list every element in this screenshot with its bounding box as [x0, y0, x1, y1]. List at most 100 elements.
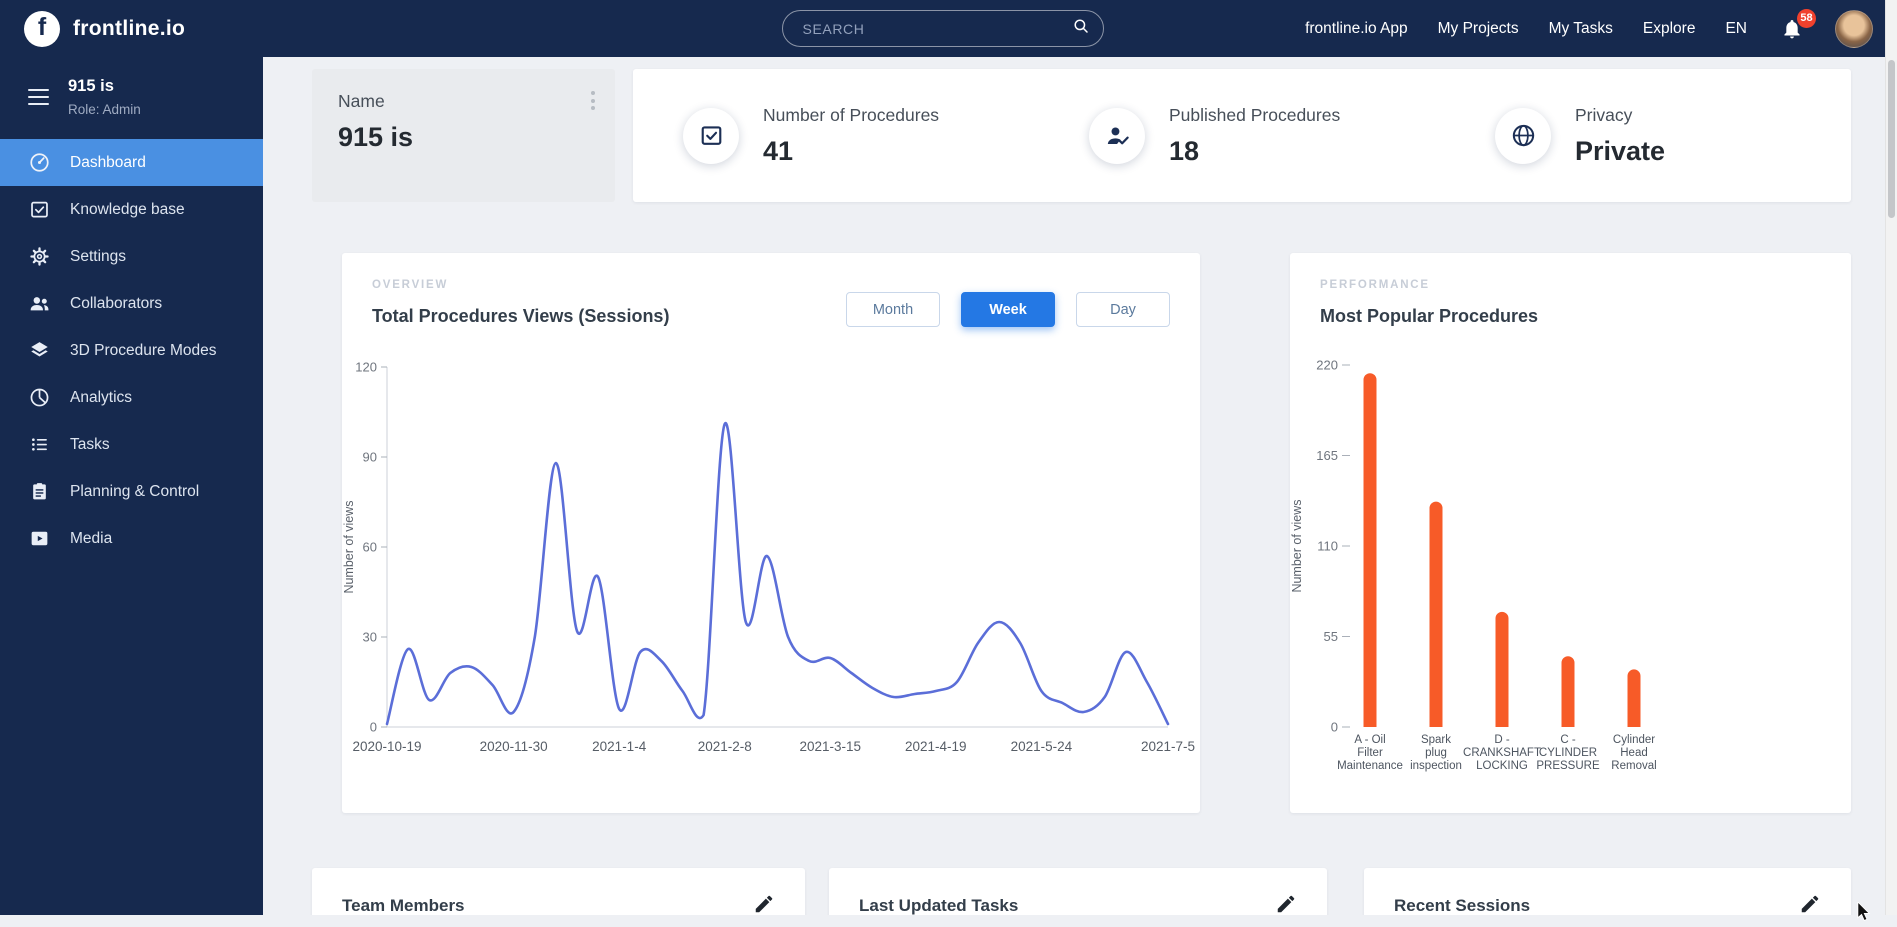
stats-row: Name 915 is Number of Procedures 41 Publ…: [312, 69, 1851, 202]
stat-value: 41: [763, 135, 794, 166]
svg-text:Number of views: Number of views: [1290, 499, 1304, 592]
sidebar-item-tasks[interactable]: Tasks: [0, 421, 263, 468]
edit-last-updated-tasks-button[interactable]: [1275, 893, 1297, 915]
user-avatar[interactable]: [1835, 9, 1873, 48]
sidebar-item-analytics[interactable]: Analytics: [0, 374, 263, 421]
search-box[interactable]: [781, 10, 1104, 47]
svg-text:2021-5-24: 2021-5-24: [1011, 739, 1073, 754]
month-button[interactable]: Month: [846, 292, 940, 327]
performance-card: PERFORMANCE Most Popular Procedures 0 55 1…: [1290, 253, 1851, 813]
scrollbar[interactable]: [1885, 0, 1897, 915]
sidebar-item-label: Collaborators: [70, 294, 163, 312]
svg-text:Cylinder: Cylinder: [1613, 734, 1655, 746]
sidebar-header: 915 is Role: Admin: [0, 57, 263, 117]
last-updated-tasks-card: Last Updated Tasks: [829, 868, 1327, 915]
procedures-check-icon: [683, 107, 739, 164]
svg-text:165: 165: [1316, 448, 1338, 463]
svg-text:2021-1-4: 2021-1-4: [592, 739, 647, 754]
svg-text:0: 0: [1331, 720, 1338, 735]
week-button[interactable]: Week: [961, 292, 1055, 327]
svg-text:Removal: Removal: [1611, 760, 1656, 772]
language-selector[interactable]: EN: [1725, 20, 1747, 38]
layers-icon: [28, 339, 51, 362]
svg-text:0: 0: [370, 720, 377, 735]
knowledge-base-icon: [28, 198, 51, 221]
stat-label: Published Procedures: [1169, 104, 1341, 125]
overview-card: OVERVIEW Total Procedures Views (Session…: [342, 253, 1200, 813]
nav-my-projects[interactable]: My Projects: [1438, 20, 1519, 38]
svg-text:2020-10-19: 2020-10-19: [352, 739, 421, 754]
stat-privacy: Privacy Private: [1445, 105, 1851, 167]
sidebar-item-media[interactable]: Media: [0, 515, 263, 562]
sidebar-item-label: Dashboard: [70, 153, 146, 171]
edit-team-members-button[interactable]: [753, 893, 775, 915]
svg-text:Filter: Filter: [1357, 747, 1383, 759]
svg-text:Head: Head: [1620, 747, 1648, 759]
svg-text:90: 90: [363, 450, 377, 465]
edit-recent-sessions-button[interactable]: [1799, 893, 1821, 915]
brand[interactable]: f frontline.io: [24, 10, 185, 47]
workspace-role: Role: Admin: [68, 102, 141, 117]
search-input[interactable]: [800, 19, 1064, 38]
search-icon[interactable]: [1072, 17, 1090, 40]
sidebar-item-knowledge-base[interactable]: Knowledge base: [0, 186, 263, 233]
nav-my-tasks[interactable]: My Tasks: [1549, 20, 1613, 38]
edit-pencil-icon: [1799, 895, 1821, 915]
workspace-name: 915 is: [68, 77, 114, 95]
globe-icon: [1495, 107, 1551, 164]
pie-chart-icon: [28, 386, 51, 409]
stat-published-procedures: Published Procedures 18: [1039, 105, 1445, 167]
stat-label: Number of Procedures: [763, 104, 940, 125]
sidebar-item-label: Tasks: [70, 435, 110, 453]
nav-explore[interactable]: Explore: [1643, 20, 1696, 38]
sidebar-item-settings[interactable]: Settings: [0, 233, 263, 280]
topnav: frontline.io App My Projects My Tasks Ex…: [1305, 8, 1873, 48]
performance-card-header: PERFORMANCE Most Popular Procedures: [1320, 279, 1821, 327]
svg-text:2021-4-19: 2021-4-19: [905, 739, 967, 754]
overview-titles: OVERVIEW Total Procedures Views (Session…: [372, 279, 669, 327]
recent-sessions-title: Recent Sessions: [1394, 896, 1531, 915]
scrollbar-thumb[interactable]: [1888, 60, 1895, 218]
svg-text:Maintenance: Maintenance: [1337, 760, 1403, 772]
edit-pencil-icon: [753, 895, 775, 915]
media-icon: [28, 527, 51, 550]
notification-badge: 58: [1797, 8, 1816, 28]
svg-text:220: 220: [1316, 358, 1338, 373]
topbar: f frontline.io frontline.io App My Proje…: [0, 0, 1885, 57]
list-icon: [28, 433, 51, 456]
frontline-logo-icon: f: [24, 10, 60, 47]
charts-row: OVERVIEW Total Procedures Views (Session…: [342, 253, 1851, 813]
svg-text:plug: plug: [1425, 747, 1447, 759]
range-toggle: Month Week Day: [846, 292, 1170, 327]
sidebar-item-label: Settings: [70, 247, 127, 265]
stat-value: Private: [1575, 135, 1666, 166]
sidebar-item-dashboard[interactable]: Dashboard: [0, 139, 263, 186]
edit-pencil-icon: [1275, 895, 1297, 915]
performance-titles: PERFORMANCE Most Popular Procedures: [1320, 279, 1538, 327]
day-button[interactable]: Day: [1076, 292, 1170, 327]
sidebar-item-collaborators[interactable]: Collaborators: [0, 280, 263, 327]
sidebar-item-3d-procedure-modes[interactable]: 3D Procedure Modes: [0, 327, 263, 374]
svg-text:D -: D -: [1494, 734, 1510, 746]
sidebar-item-planning-control[interactable]: Planning & Control: [0, 468, 263, 515]
sidebar-item-label: Knowledge base: [70, 200, 185, 218]
kebab-menu-button[interactable]: [585, 85, 601, 116]
people-icon: [28, 292, 51, 315]
stat-number-of-procedures: Number of Procedures 41: [633, 105, 1039, 167]
sidebar-toggle-button[interactable]: [26, 85, 51, 110]
svg-text:inspection: inspection: [1410, 760, 1462, 772]
clipboard-icon: [28, 480, 51, 503]
main-content: Name 915 is Number of Procedures 41 Publ…: [263, 57, 1885, 915]
nav-frontline-app[interactable]: frontline.io App: [1305, 20, 1408, 38]
logo-letter: f: [37, 13, 47, 41]
gear-icon: [28, 245, 51, 268]
name-card: Name 915 is: [312, 69, 615, 202]
team-members-title: Team Members: [342, 896, 465, 915]
svg-text:A - Oil: A - Oil: [1354, 734, 1385, 746]
last-updated-tasks-title: Last Updated Tasks: [859, 896, 1019, 915]
svg-text:120: 120: [355, 360, 377, 375]
notifications-button[interactable]: 58: [1781, 8, 1816, 41]
stat-text: Published Procedures 18: [1169, 105, 1340, 167]
stat-text: Privacy Private: [1575, 105, 1665, 167]
overview-section-label: OVERVIEW: [372, 279, 449, 291]
